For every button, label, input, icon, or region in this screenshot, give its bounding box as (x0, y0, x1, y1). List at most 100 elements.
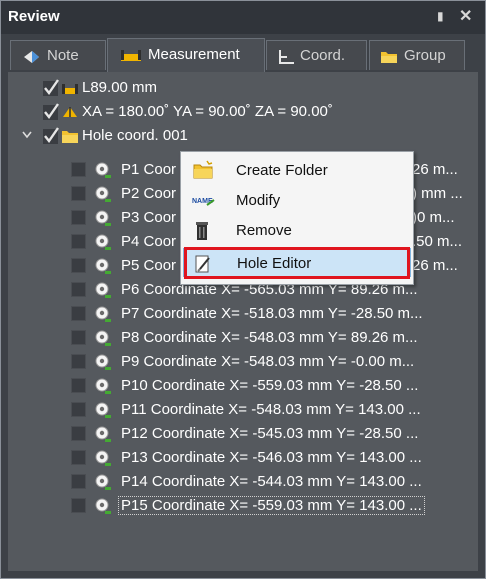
tree-child-item[interactable]: P7 Coordinate X= -518.03 mm Y= -28.50 m.… (8, 302, 478, 326)
menu-item-modify[interactable]: NAME Modify (183, 186, 411, 215)
checkbox-unchecked[interactable] (71, 402, 86, 417)
checkbox-unchecked[interactable] (71, 498, 86, 513)
new-folder-icon (193, 160, 213, 179)
tree-item-value: 26 m... (412, 257, 458, 274)
checkbox-unchecked[interactable] (71, 162, 86, 177)
tab-label: Measurement (148, 46, 240, 63)
checkbox-unchecked[interactable] (71, 258, 86, 273)
hole-point-icon (95, 474, 111, 490)
checkbox-unchecked[interactable] (71, 210, 86, 225)
highlight-box (184, 247, 410, 279)
tree-item-label: P4 Coor (121, 233, 177, 250)
panel-title: Review (8, 8, 60, 25)
tree-item-label: P13 Coordinate X= -546.03 mm Y= 143.00 .… (121, 449, 422, 466)
tree-item-label: P3 Coor (121, 209, 177, 226)
checkbox-checked-icon[interactable] (43, 78, 59, 96)
checkbox-unchecked[interactable] (71, 330, 86, 345)
menu-item-create-folder[interactable]: Create Folder (183, 156, 411, 185)
tab-group[interactable]: Group (369, 40, 465, 70)
tree-item-label: P10 Coordinate X= -559.03 mm Y= -28.50 .… (121, 377, 419, 394)
tree-child-item[interactable]: P9 Coordinate X= -548.03 mm Y= -0.00 m..… (8, 350, 478, 374)
trash-icon (196, 222, 208, 240)
checkbox-unchecked[interactable] (71, 186, 86, 201)
tree-item-label: P5 Coor (121, 257, 177, 274)
tree-item-label: XA = 180.00˚ YA = 90.00˚ ZA = 90.00˚ (82, 103, 333, 120)
hole-point-icon (95, 162, 111, 178)
tree-child-item[interactable]: P14 Coordinate X= -544.03 mm Y= 143.00 .… (8, 470, 478, 494)
axes-icon (279, 50, 294, 64)
tree-item-value: .50 m... (412, 233, 463, 250)
checkbox-unchecked[interactable] (71, 234, 86, 249)
review-panel: Review ▮ ✕ Note Measurement Coord. Group… (0, 0, 486, 579)
tab-bar: Note Measurement Coord. Group (1, 34, 485, 72)
checkbox-unchecked[interactable] (71, 378, 86, 393)
tree-item-label: P1 Coor (121, 161, 177, 178)
menu-item-remove[interactable]: Remove (183, 216, 411, 245)
checkbox-unchecked[interactable] (71, 282, 86, 297)
checkbox-unchecked[interactable] (71, 354, 86, 369)
tree-item-label: P8 Coordinate X= -548.03 mm Y= 89.26 m..… (121, 329, 418, 346)
hole-point-icon (95, 426, 111, 442)
chevron-down-icon[interactable] (22, 129, 32, 139)
hole-point-icon (95, 234, 111, 250)
hole-point-icon (95, 402, 111, 418)
tree-item-value: )0 m... (412, 209, 455, 226)
hole-point-icon (95, 354, 111, 370)
tree-item-label: P9 Coordinate X= -548.03 mm Y= -0.00 m..… (121, 353, 415, 370)
hole-point-icon (95, 498, 111, 514)
checkbox-unchecked[interactable] (71, 450, 86, 465)
tree-child-item[interactable]: P12 Coordinate X= -545.03 mm Y= -28.50 .… (8, 422, 478, 446)
tree-item-label: P14 Coordinate X= -544.03 mm Y= 143.00 .… (121, 473, 422, 490)
tree-item-label: P11 Coordinate X= -548.03 mm Y= 143.00 .… (121, 401, 421, 418)
checkbox-unchecked[interactable] (71, 426, 86, 441)
hole-point-icon (95, 330, 111, 346)
tree-item-label: P12 Coordinate X= -545.03 mm Y= -28.50 .… (121, 425, 419, 442)
tree-child-item[interactable]: P8 Coordinate X= -548.03 mm Y= 89.26 m..… (8, 326, 478, 350)
angle-icon (63, 107, 77, 117)
menu-item-label: Remove (236, 222, 292, 239)
hole-point-icon (95, 306, 111, 322)
tree-item-label: P7 Coordinate X= -518.03 mm Y= -28.50 m.… (121, 305, 423, 322)
tree-item-measurement[interactable]: L89.00 mm (8, 76, 478, 100)
hole-point-icon (95, 450, 111, 466)
menu-item-label: Modify (236, 192, 281, 209)
panel-titlebar: Review ▮ ✕ (1, 1, 485, 34)
tree-child-item[interactable]: P13 Coordinate X= -546.03 mm Y= 143.00 .… (8, 446, 478, 470)
rename-icon: NAME (192, 198, 215, 206)
checkbox-checked-icon[interactable] (43, 126, 59, 144)
menu-item-label: Create Folder (236, 162, 328, 179)
checkbox-checked-icon[interactable] (43, 102, 59, 120)
tree-item-hole-coord[interactable]: Hole coord. 001 (8, 124, 478, 148)
tab-measurement[interactable]: Measurement (107, 38, 265, 72)
tree-child-item[interactable]: P10 Coordinate X= -559.03 mm Y= -28.50 .… (8, 374, 478, 398)
tree-child-item[interactable]: P15 Coordinate X= -559.03 mm Y= 143.00 .… (8, 494, 478, 518)
tree-item-label: P15 Coordinate X= -559.03 mm Y= 143.00 .… (118, 496, 425, 515)
hole-point-icon (95, 210, 111, 226)
hole-point-icon (95, 186, 111, 202)
tab-label: Coord. (300, 47, 346, 64)
tree-item-label: Hole coord. 001 (82, 127, 188, 144)
tab-note[interactable]: Note (10, 40, 106, 70)
hole-point-icon (95, 378, 111, 394)
folder-icon (62, 131, 78, 143)
tree-child-item[interactable]: P11 Coordinate X= -548.03 mm Y= 143.00 .… (8, 398, 478, 422)
hole-point-icon (95, 258, 111, 274)
tree-item-value: ) mm ... (412, 185, 463, 202)
close-icon[interactable]: ✕ (459, 6, 472, 26)
tab-label: Group (404, 47, 446, 64)
tree-item-angle[interactable]: XA = 180.00˚ YA = 90.00˚ ZA = 90.00˚ (8, 100, 478, 124)
ruler-icon (62, 84, 78, 94)
pin-icon[interactable]: ▮ (437, 9, 444, 23)
tab-coord[interactable]: Coord. (266, 40, 367, 70)
review-tree: L89.00 mm XA = 180.00˚ YA = 90.00˚ ZA = … (8, 72, 478, 571)
checkbox-unchecked[interactable] (71, 306, 86, 321)
hole-point-icon (95, 282, 111, 298)
tab-label: Note (47, 47, 79, 64)
note-icon (24, 51, 39, 63)
tree-item-label: L89.00 mm (82, 79, 158, 96)
ruler-icon (121, 50, 141, 61)
tree-item-label: P2 Coor (121, 185, 177, 202)
folder-icon (381, 52, 397, 63)
checkbox-unchecked[interactable] (71, 474, 86, 489)
tree-item-value: 26 m... (412, 161, 458, 178)
